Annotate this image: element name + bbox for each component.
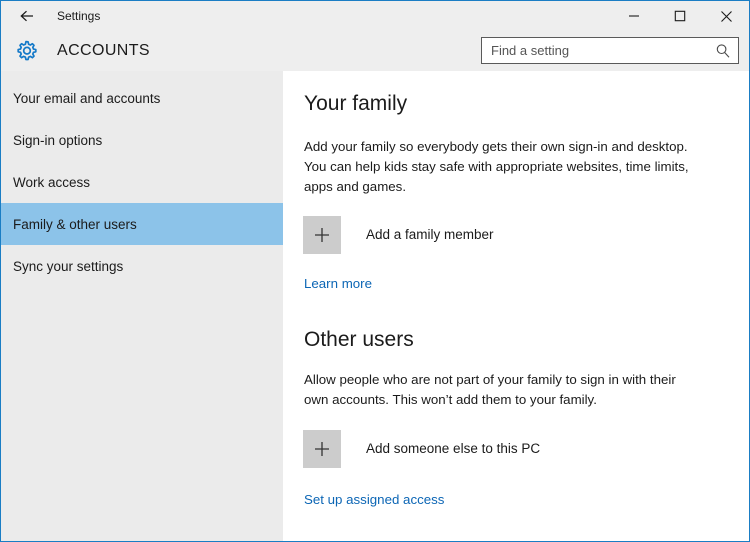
- add-family-member-label: Add a family member: [366, 227, 494, 242]
- window-title: Settings: [57, 9, 101, 23]
- back-button[interactable]: [7, 2, 47, 30]
- settings-window: Settings ACCOUNTS Find a setting Your em…: [0, 0, 750, 542]
- maximize-button[interactable]: [657, 1, 703, 31]
- title-bar: Settings: [1, 1, 749, 31]
- sidebar-item-family-and-other-users[interactable]: Family & other users: [1, 203, 283, 245]
- page-title: ACCOUNTS: [57, 42, 150, 59]
- sidebar-item-label: Your email and accounts: [13, 90, 161, 106]
- window-controls: [611, 1, 749, 31]
- learn-more-link[interactable]: Learn more: [304, 275, 372, 293]
- plus-icon: [312, 439, 332, 459]
- main-content: Your family Add your family so everybody…: [283, 71, 749, 541]
- maximize-icon: [674, 10, 686, 22]
- add-someone-else-button[interactable]: [303, 430, 341, 468]
- search-input[interactable]: [491, 38, 701, 63]
- set-up-assigned-access-link[interactable]: Set up assigned access: [304, 491, 444, 509]
- add-someone-else-label: Add someone else to this PC: [366, 441, 541, 456]
- sidebar-item-sync-your-settings[interactable]: Sync your settings: [1, 245, 283, 287]
- sidebar-item-work-access[interactable]: Work access: [1, 161, 283, 203]
- section-heading-your-family: Your family: [304, 92, 408, 115]
- search-icon[interactable]: [714, 42, 732, 60]
- section-description-other-users: Allow people who are not part of your fa…: [304, 372, 676, 407]
- sidebar-item-sign-in-options[interactable]: Sign-in options: [1, 119, 283, 161]
- header-band: Settings ACCOUNTS Find a setting: [1, 1, 749, 71]
- close-icon: [720, 10, 733, 23]
- sidebar-item-your-email-and-accounts[interactable]: Your email and accounts: [1, 77, 283, 119]
- back-arrow-icon: [17, 6, 37, 26]
- sidebar-item-label: Work access: [13, 174, 91, 190]
- sidebar-item-label: Family & other users: [13, 216, 137, 232]
- section-description-your-family: Add your family so everybody gets their …: [304, 139, 689, 194]
- plus-icon: [312, 225, 332, 245]
- sidebar-item-label: Sync your settings: [13, 258, 124, 274]
- close-button[interactable]: [703, 1, 749, 31]
- minimize-button[interactable]: [611, 1, 657, 31]
- section-heading-other-users: Other users: [304, 328, 414, 351]
- minimize-icon: [628, 10, 640, 22]
- add-family-member-button[interactable]: [303, 216, 341, 254]
- search-box[interactable]: [481, 37, 739, 64]
- sidebar-item-label: Sign-in options: [13, 132, 103, 148]
- gear-icon: [12, 37, 40, 65]
- sidebar: Your email and accounts Sign-in options …: [1, 71, 283, 541]
